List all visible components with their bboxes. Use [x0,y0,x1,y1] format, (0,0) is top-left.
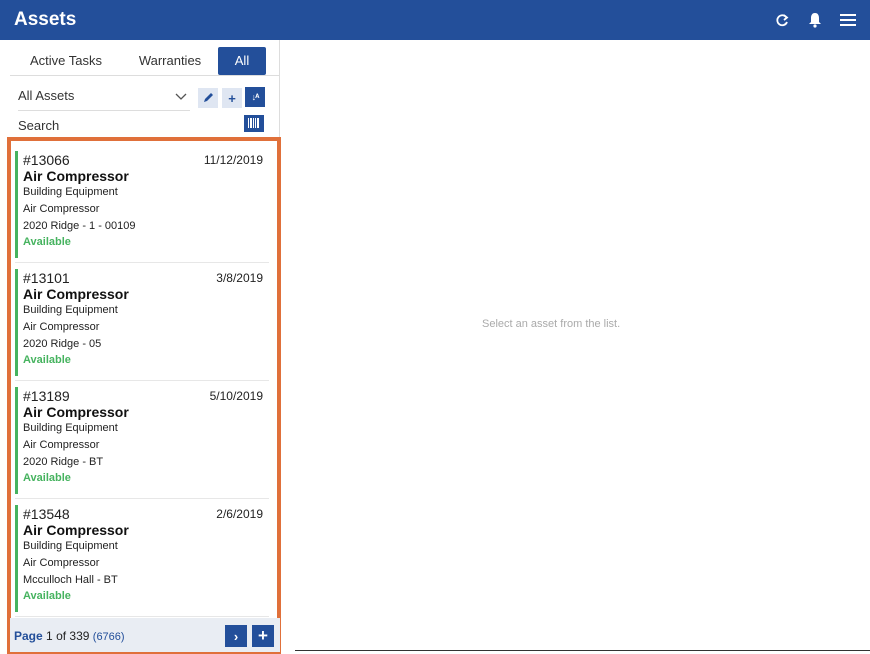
asset-list: #13066 11/12/2019 Air Compressor Buildin… [7,137,281,654]
asset-name: Air Compressor [23,404,129,420]
add-filter-button[interactable]: + [222,88,242,108]
edit-button[interactable] [198,88,218,108]
pencil-icon [203,91,214,106]
page-current: 1 [46,629,53,643]
add-asset-button[interactable]: + [252,625,274,647]
menu-icon[interactable] [838,10,858,30]
asset-list-panel: Active Tasks Warranties All All Assets +… [7,40,281,654]
search-input[interactable]: Search [18,118,59,133]
asset-location: 2020 Ridge - 05 [23,338,102,350]
asset-type: Air Compressor [23,203,100,215]
asset-category: Building Equipment [23,186,118,198]
tab-bar: Active Tasks Warranties All [10,47,270,75]
divider [10,75,280,76]
status-bar [15,269,18,376]
page-indicator: Page 1 of 339 (6766) [14,629,125,643]
asset-category: Building Equipment [23,540,118,552]
asset-date: 5/10/2019 [209,389,263,403]
next-page-button[interactable]: › [225,625,247,647]
status-badge: Available [23,236,71,248]
asset-date: 11/12/2019 [203,153,263,167]
sort-button[interactable]: ↓ᴬ [245,87,265,107]
empty-detail-message: Select an asset from the list. [482,318,621,330]
asset-number: #13066 [23,152,70,168]
status-bar [15,151,18,258]
asset-number: #13189 [23,388,70,404]
asset-card[interactable]: #13101 3/8/2019 Air Compressor Building … [15,264,269,381]
asset-date: 3/8/2019 [216,271,263,285]
status-badge: Available [23,472,71,484]
barcode-scan-button[interactable] [244,115,264,132]
asset-card[interactable]: #13189 5/10/2019 Air Compressor Building… [15,382,269,499]
asset-category: Building Equipment [23,422,118,434]
chevron-right-icon: › [233,628,239,644]
tab-active-tasks[interactable]: Active Tasks [10,47,122,75]
plus-icon: + [228,90,236,106]
sort-az-icon: ↓ᴬ [251,92,260,102]
asset-card[interactable]: #13066 11/12/2019 Air Compressor Buildin… [15,146,269,263]
status-bar [15,505,18,612]
status-badge: Available [23,354,71,366]
total-count: (6766) [92,631,125,643]
chevron-down-icon[interactable] [174,90,188,104]
asset-location: 2020 Ridge - BT [23,456,104,468]
page-label: Page [14,629,43,643]
page-of: of 339 [56,629,90,643]
status-badge: Available [23,590,71,602]
asset-card[interactable]: #13548 2/6/2019 Air Compressor Building … [15,500,269,617]
asset-name: Air Compressor [23,168,129,184]
asset-location: 2020 Ridge - 1 - 00109 [23,220,136,232]
bell-icon[interactable] [805,10,825,30]
asset-location: Mcculloch Hall - BT [23,574,118,586]
plus-icon: + [258,626,268,645]
app-header: Assets [0,0,870,40]
tab-all[interactable]: All [218,47,266,75]
asset-type: Air Compressor [23,557,100,569]
tab-warranties[interactable]: Warranties [122,47,218,75]
barcode-icon [248,116,260,131]
status-bar [15,387,18,494]
refresh-icon[interactable] [772,10,792,30]
asset-name: Air Compressor [23,286,129,302]
asset-filter-select[interactable]: All Assets [18,88,74,103]
page-title: Assets [14,9,77,30]
asset-name: Air Compressor [23,522,129,538]
asset-date: 2/6/2019 [216,507,263,521]
asset-number: #13548 [23,506,70,522]
filter-underline [18,110,190,111]
asset-type: Air Compressor [23,439,100,451]
asset-type: Air Compressor [23,321,100,333]
asset-number: #13101 [23,270,70,286]
asset-category: Building Equipment [23,304,118,316]
divider [295,650,870,651]
pagination: Page 1 of 339 (6766) › + [10,618,280,652]
